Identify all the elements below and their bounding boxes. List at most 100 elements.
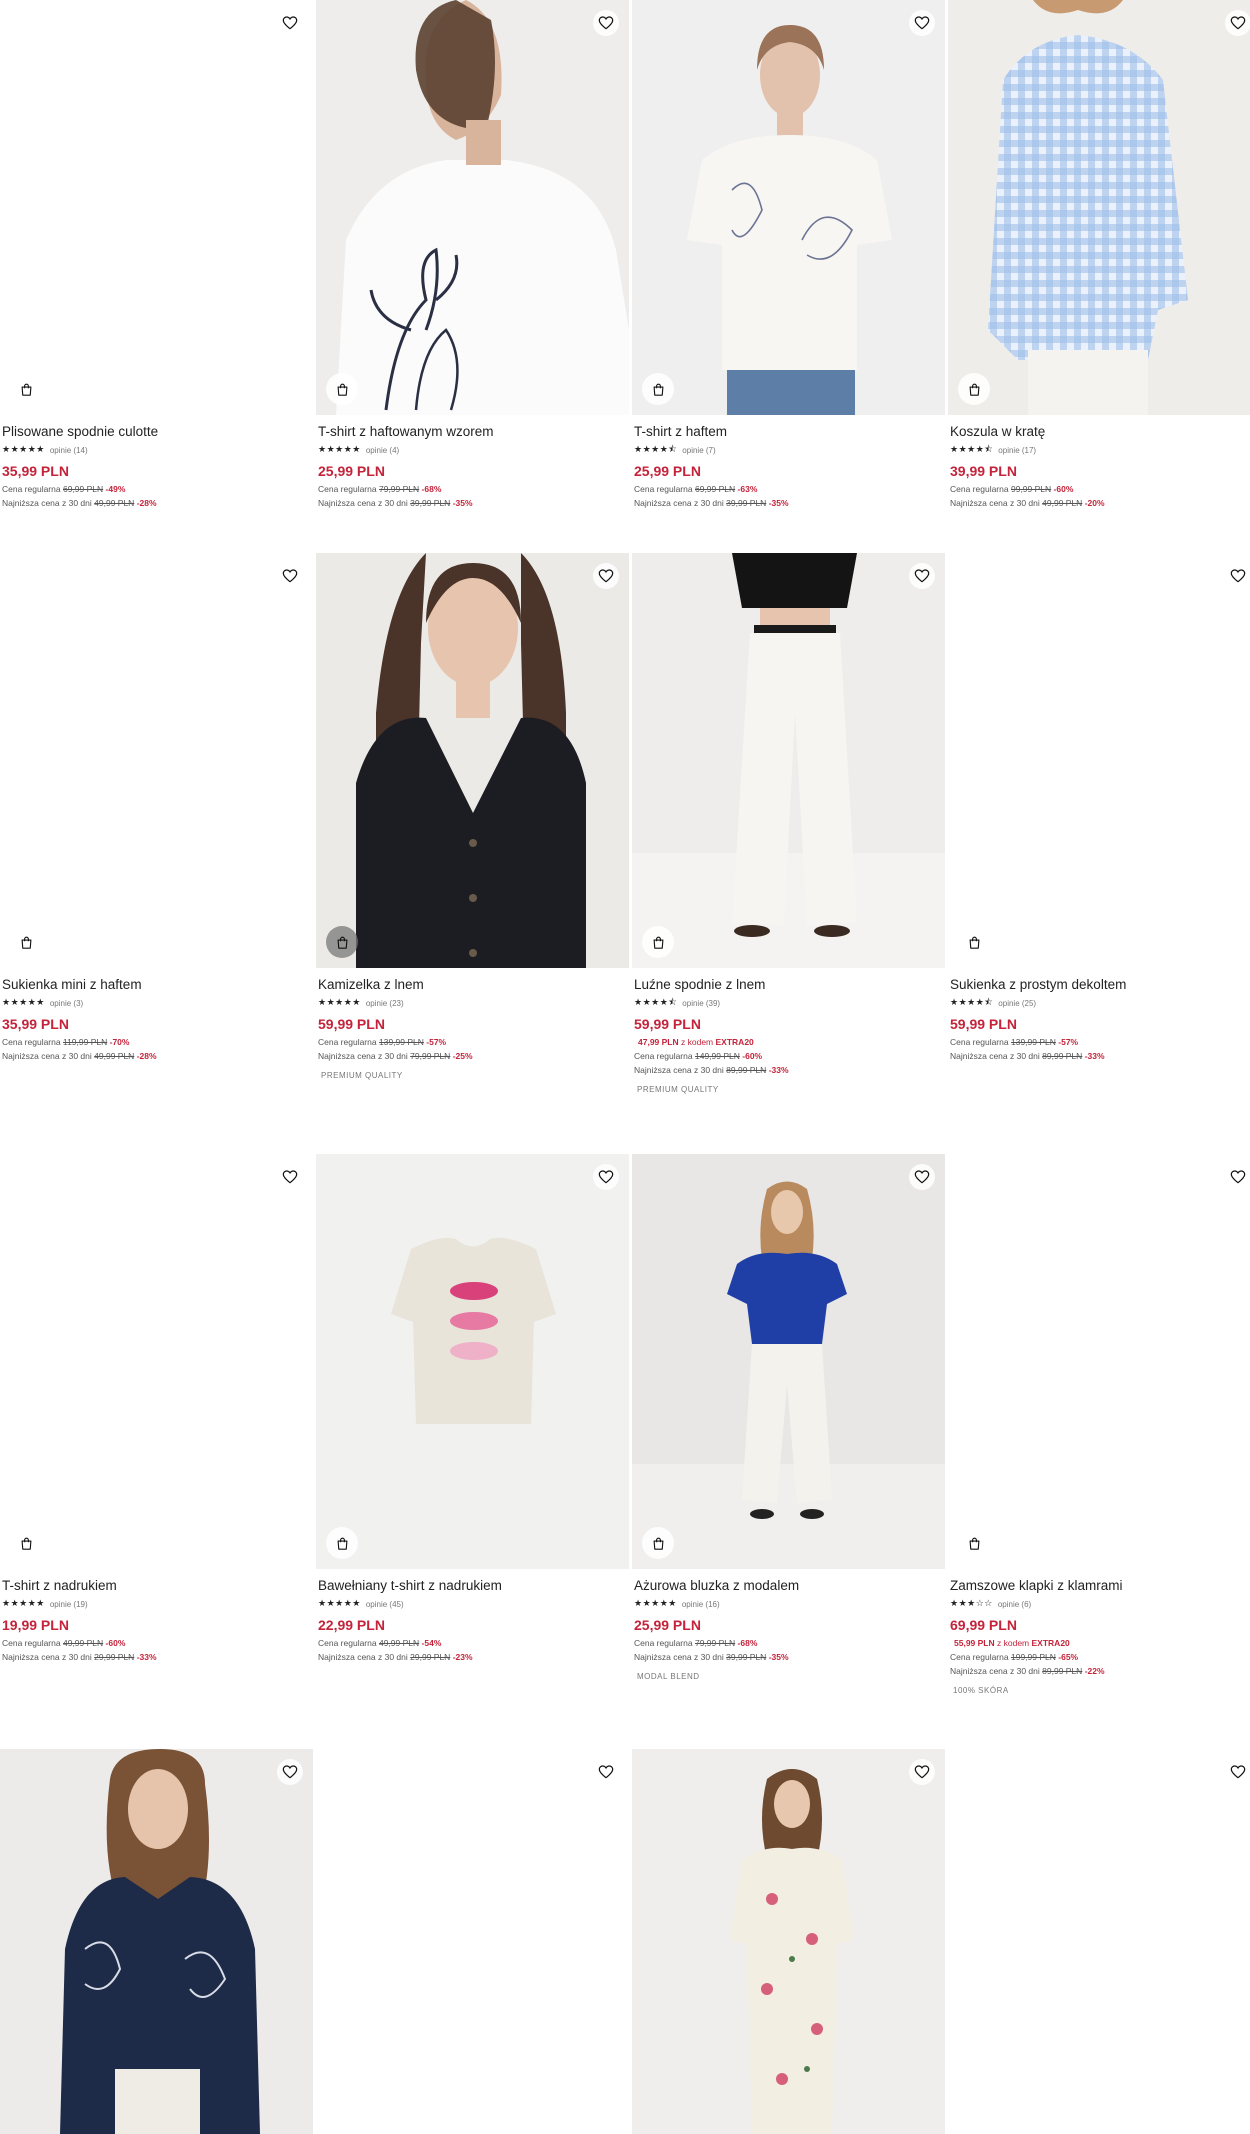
- material-tag: PREMIUM QUALITY: [321, 1071, 403, 1080]
- rating: ★★★★⯪ opinie (7): [634, 444, 943, 456]
- review-count[interactable]: opinie (14): [50, 446, 88, 455]
- regular-price-line: Cena regularna 49,99 PLN -60%: [2, 1638, 126, 1648]
- product-card[interactable]: Koszula w kratę ★★★★⯪ opinie (17) 39,99 P…: [948, 0, 1250, 508]
- review-count[interactable]: opinie (6): [998, 1600, 1031, 1609]
- review-count[interactable]: opinie (19): [50, 1600, 88, 1609]
- review-count[interactable]: opinie (4): [366, 446, 399, 455]
- heart-icon[interactable]: [593, 1164, 619, 1190]
- shopping-bag-icon[interactable]: [10, 926, 42, 958]
- product-image[interactable]: [316, 1154, 629, 1569]
- product-photo: [632, 553, 945, 968]
- product-card[interactable]: Plisowane spodnie culotte ★★★★★ opinie (1…: [0, 0, 313, 508]
- lowest-price-line: Najniższa cena z 30 dni 39,99 PLN -35%: [634, 498, 789, 508]
- heart-icon[interactable]: [593, 10, 619, 36]
- product-card[interactable]: Luźne spodnie z lnem ★★★★⯪ opinie (39) 59…: [632, 553, 945, 1094]
- product-card[interactable]: Sukienka mini z haftem ★★★★★ opinie (3) 3…: [0, 553, 313, 1061]
- heart-icon[interactable]: [909, 1164, 935, 1190]
- star-rating-icon: ★★★★★: [634, 1599, 677, 1609]
- heart-icon[interactable]: [593, 1759, 619, 1785]
- heart-icon[interactable]: [277, 1164, 303, 1190]
- heart-icon[interactable]: [277, 563, 303, 589]
- shopping-bag-icon[interactable]: [326, 926, 358, 958]
- product-image[interactable]: [316, 0, 629, 415]
- product-image[interactable]: [632, 553, 945, 968]
- product-card[interactable]: [948, 1749, 1250, 2134]
- shopping-bag-icon[interactable]: [958, 373, 990, 405]
- product-card[interactable]: T-shirt z haftowanym wzorem ★★★★★ opinie …: [316, 0, 629, 508]
- product-name[interactable]: Sukienka z prostym dekoltem: [950, 976, 1250, 994]
- product-card[interactable]: Kamizelka z lnem ★★★★★ opinie (23) 59,99 …: [316, 553, 629, 1080]
- product-card[interactable]: Zamszowe klapki z klamrami ★★★☆☆ opinie (…: [948, 1154, 1250, 1695]
- star-rating-icon: ★★★★★: [2, 998, 45, 1008]
- heart-icon[interactable]: [1225, 563, 1250, 589]
- product-card[interactable]: Sukienka z prostym dekoltem ★★★★⯪ opinie …: [948, 553, 1250, 1061]
- shopping-bag-icon[interactable]: [10, 373, 42, 405]
- product-card[interactable]: T-shirt z haftem ★★★★⯪ opinie (7) 25,99 P…: [632, 0, 945, 508]
- sale-price: 59,99 PLN: [318, 1016, 385, 1032]
- heart-icon[interactable]: [277, 1759, 303, 1785]
- product-image[interactable]: [632, 1154, 945, 1569]
- product-name[interactable]: Ażurowa bluzka z modalem: [634, 1577, 943, 1595]
- product-card[interactable]: T-shirt z nadrukiem ★★★★★ opinie (19) 19,…: [0, 1154, 313, 1662]
- product-card[interactable]: [0, 1749, 313, 2134]
- heart-icon[interactable]: [593, 563, 619, 589]
- shopping-bag-icon[interactable]: [958, 1527, 990, 1559]
- product-name[interactable]: T-shirt z haftowanym wzorem: [318, 423, 627, 441]
- product-image[interactable]: [632, 1749, 945, 2134]
- product-name[interactable]: T-shirt z haftem: [634, 423, 943, 441]
- review-count[interactable]: opinie (45): [366, 1600, 404, 1609]
- product-image[interactable]: [316, 553, 629, 968]
- product-image[interactable]: [948, 1154, 1250, 1569]
- product-image[interactable]: [948, 553, 1250, 968]
- review-count[interactable]: opinie (39): [682, 999, 720, 1008]
- heart-icon[interactable]: [1225, 1164, 1250, 1190]
- shopping-bag-icon[interactable]: [642, 926, 674, 958]
- product-photo: [316, 1154, 629, 1569]
- product-name[interactable]: Plisowane spodnie culotte: [2, 423, 311, 441]
- product-name[interactable]: T-shirt z nadrukiem: [2, 1577, 311, 1595]
- heart-icon[interactable]: [1225, 10, 1250, 36]
- product-name[interactable]: Sukienka mini z haftem: [2, 976, 311, 994]
- product-image[interactable]: [0, 553, 313, 968]
- product-name[interactable]: Bawełniany t-shirt z nadrukiem: [318, 1577, 627, 1595]
- product-image[interactable]: [632, 0, 945, 415]
- shopping-bag-icon[interactable]: [326, 373, 358, 405]
- product-card[interactable]: Bawełniany t-shirt z nadrukiem ★★★★★ opin…: [316, 1154, 629, 1662]
- rating: ★★★★★ opinie (45): [318, 1598, 627, 1610]
- star-rating-icon: ★★★★★: [318, 1599, 361, 1609]
- review-count[interactable]: opinie (23): [366, 999, 404, 1008]
- promo-code-price: 55,99 PLN z kodem EXTRA20: [954, 1638, 1070, 1648]
- product-image[interactable]: [0, 1154, 313, 1569]
- shopping-bag-icon[interactable]: [10, 1527, 42, 1559]
- product-name[interactable]: Kamizelka z lnem: [318, 976, 627, 994]
- heart-icon[interactable]: [1225, 1759, 1250, 1785]
- product-photo: [316, 553, 629, 968]
- shopping-bag-icon[interactable]: [958, 926, 990, 958]
- product-name[interactable]: Koszula w kratę: [950, 423, 1250, 441]
- review-count[interactable]: opinie (25): [998, 999, 1036, 1008]
- review-count[interactable]: opinie (16): [682, 1600, 720, 1609]
- heart-icon[interactable]: [277, 10, 303, 36]
- product-image[interactable]: [948, 0, 1250, 415]
- product-image[interactable]: [948, 1749, 1250, 2134]
- regular-price-line: Cena regularna 139,99 PLN -57%: [318, 1037, 447, 1047]
- rating: ★★★★★ opinie (3): [2, 997, 311, 1009]
- product-name[interactable]: Luźne spodnie z lnem: [634, 976, 943, 994]
- product-name[interactable]: Zamszowe klapki z klamrami: [950, 1577, 1250, 1595]
- heart-icon[interactable]: [909, 1759, 935, 1785]
- product-image[interactable]: [316, 1749, 629, 2134]
- review-count[interactable]: opinie (3): [50, 999, 83, 1008]
- heart-icon[interactable]: [909, 563, 935, 589]
- product-image[interactable]: [0, 0, 313, 415]
- product-card[interactable]: [316, 1749, 629, 2134]
- heart-icon[interactable]: [909, 10, 935, 36]
- shopping-bag-icon[interactable]: [642, 1527, 674, 1559]
- review-count[interactable]: opinie (7): [682, 446, 715, 455]
- product-image[interactable]: [0, 1749, 313, 2134]
- product-card[interactable]: Ażurowa bluzka z modalem ★★★★★ opinie (16…: [632, 1154, 945, 1681]
- shopping-bag-icon[interactable]: [642, 373, 674, 405]
- review-count[interactable]: opinie (17): [998, 446, 1036, 455]
- product-card[interactable]: [632, 1749, 945, 2134]
- shopping-bag-icon[interactable]: [326, 1527, 358, 1559]
- sale-price: 22,99 PLN: [318, 1617, 385, 1633]
